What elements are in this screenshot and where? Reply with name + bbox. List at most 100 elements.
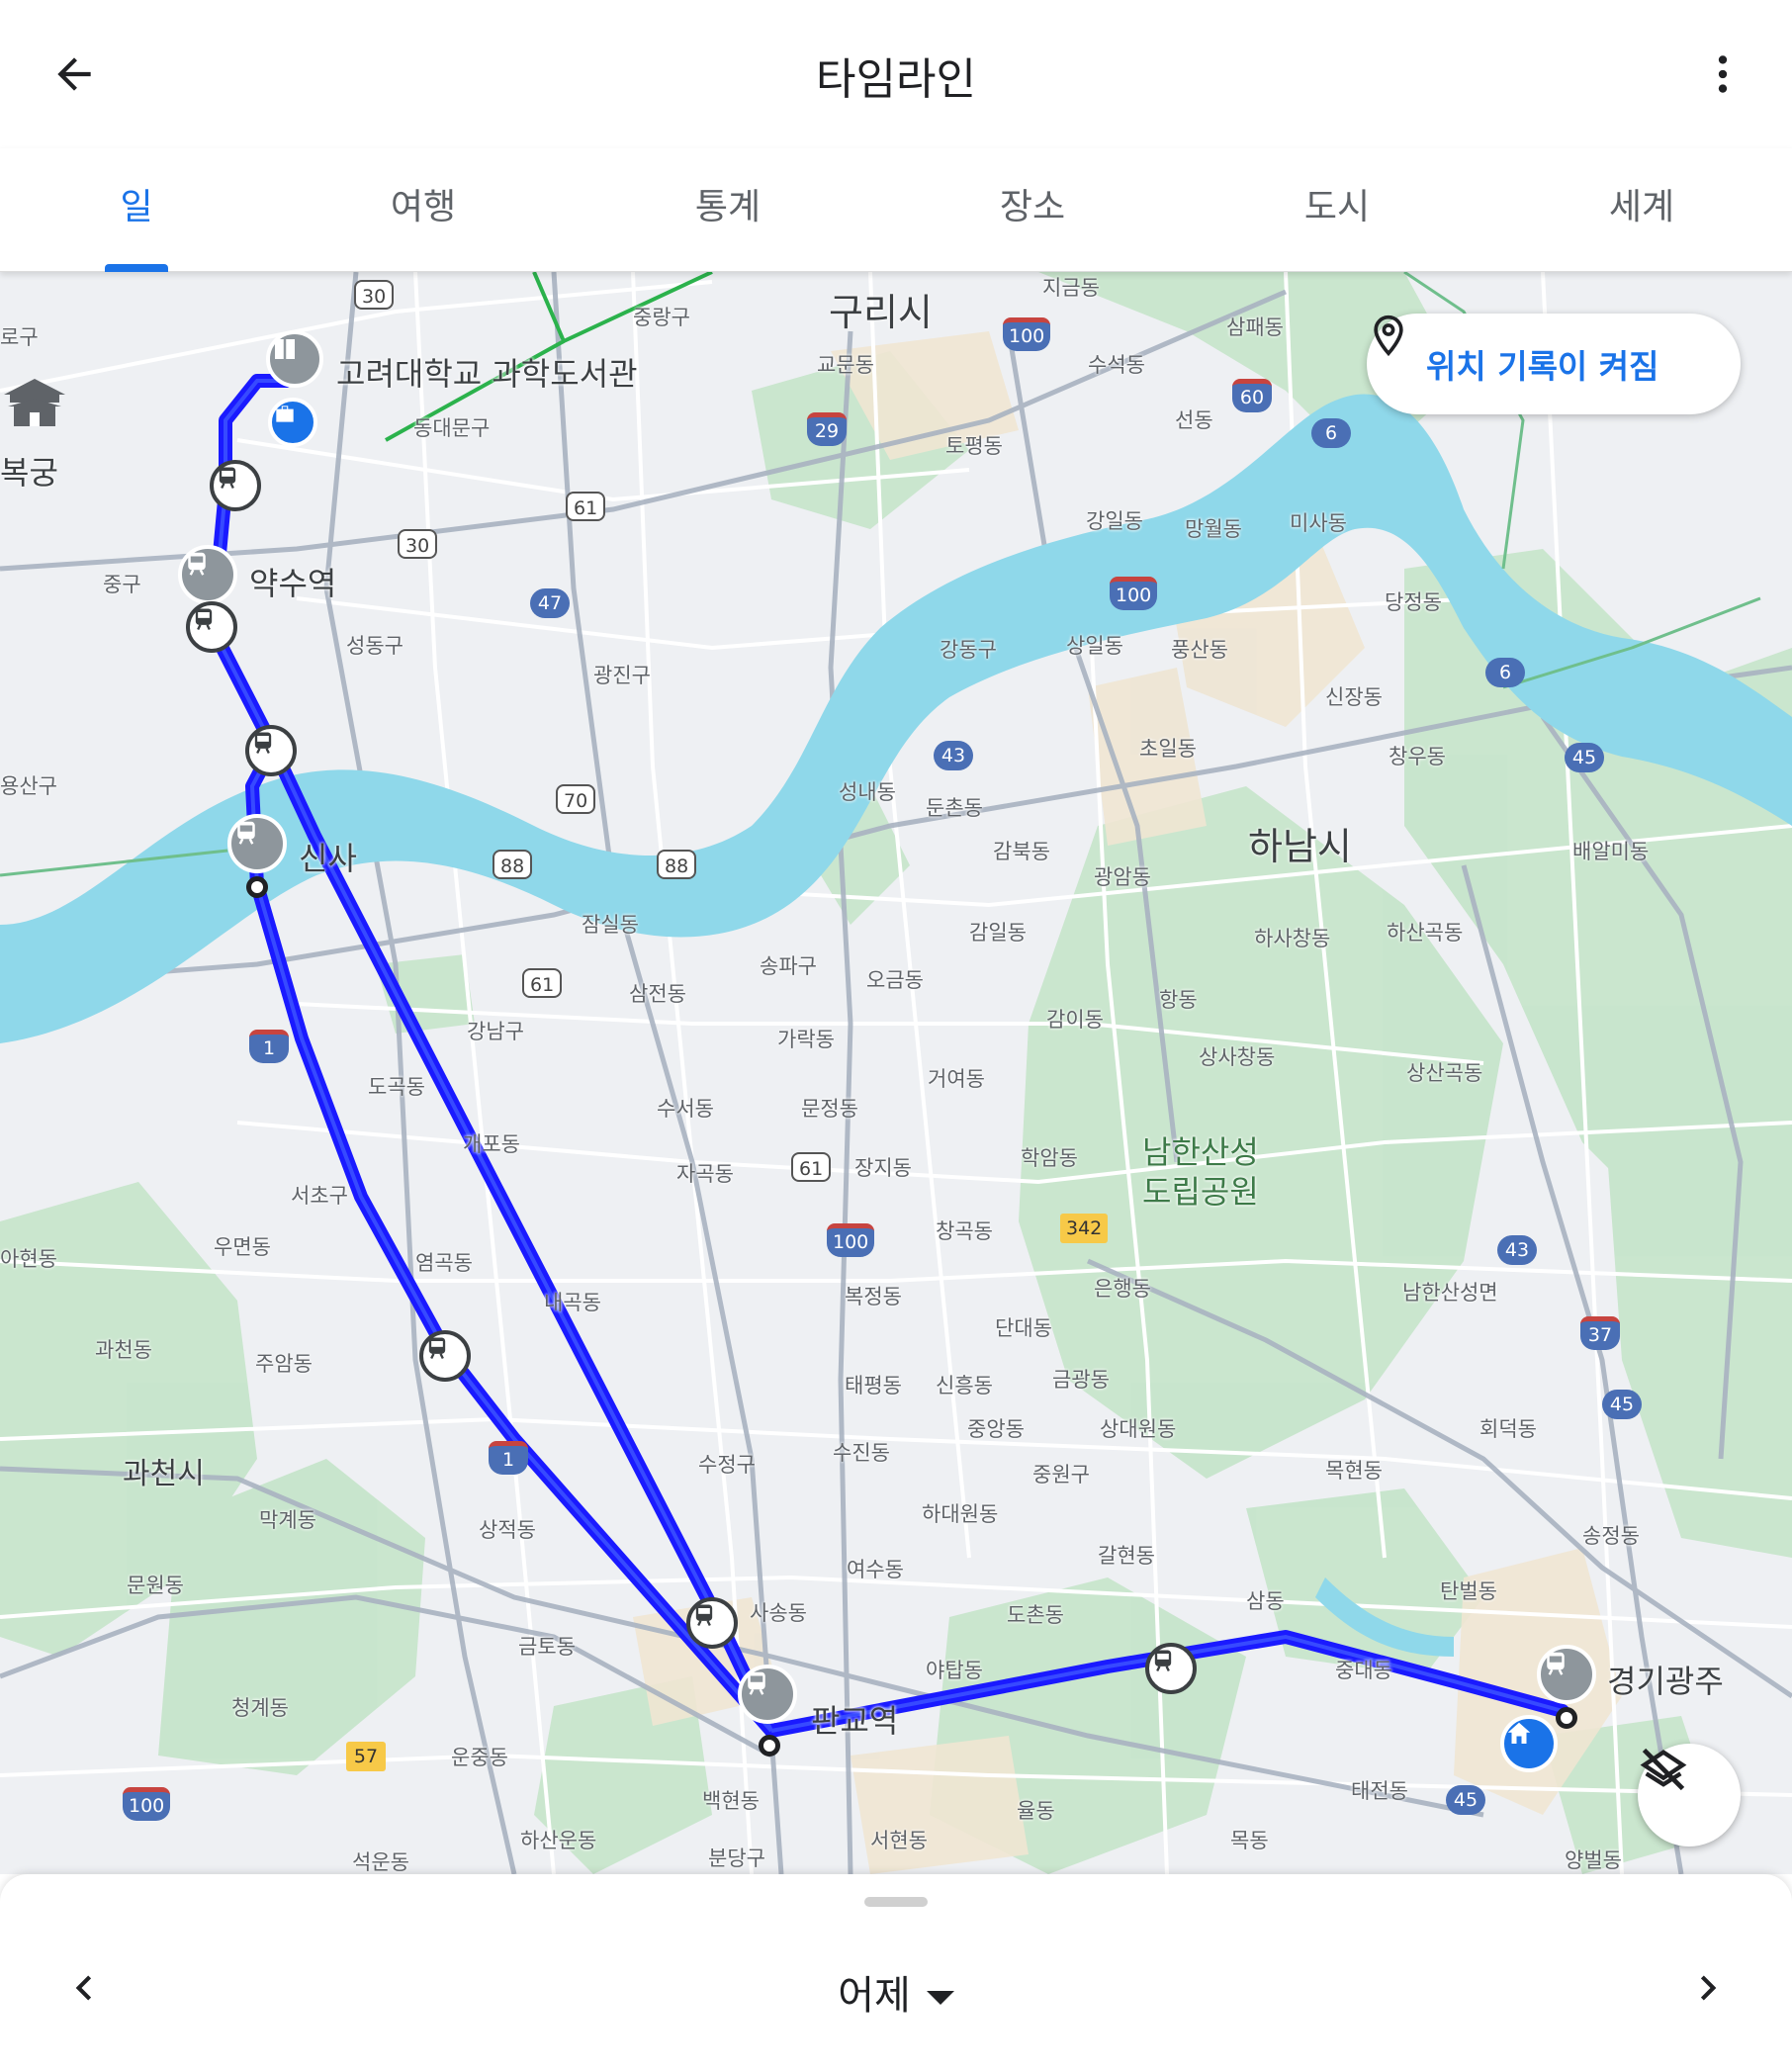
label-taejeon: 태전동 bbox=[1351, 1779, 1408, 1803]
label-dangjeong: 당정동 bbox=[1385, 590, 1442, 614]
label-cheonggye: 청계동 bbox=[231, 1696, 289, 1720]
more-vert-icon bbox=[1718, 55, 1728, 93]
page-title: 타임라인 bbox=[816, 54, 976, 105]
label-sangdaewon: 상대원동 bbox=[1100, 1417, 1177, 1441]
label-songjeong: 송정동 bbox=[1582, 1524, 1640, 1548]
road-shield-61: 61 bbox=[566, 492, 606, 521]
train-icon[interactable] bbox=[210, 460, 261, 511]
label-misa: 미사동 bbox=[1290, 511, 1347, 535]
next-day-button[interactable] bbox=[1673, 1953, 1743, 2023]
label-jungdae: 중대동 bbox=[1335, 1659, 1392, 1682]
label-yatap: 야탑동 bbox=[926, 1659, 983, 1682]
label-dongdaemun: 동대문구 bbox=[413, 416, 491, 440]
book-icon[interactable] bbox=[266, 330, 323, 388]
label-sinsa-station: 신사 bbox=[299, 840, 357, 877]
label-yuldong: 율동 bbox=[1017, 1799, 1055, 1823]
label-dochon: 도촌동 bbox=[1007, 1603, 1064, 1627]
label-galhyeon: 갈현동 bbox=[1098, 1544, 1155, 1568]
road-shield-342: 342 bbox=[1060, 1214, 1109, 1243]
label-dandae: 단대동 bbox=[995, 1316, 1052, 1340]
label-jamsil: 잠실동 bbox=[582, 913, 639, 937]
train-icon[interactable] bbox=[686, 1597, 738, 1649]
train-icon[interactable] bbox=[186, 601, 237, 653]
label-sangsangok: 상산곡동 bbox=[1406, 1061, 1483, 1085]
label-gwacheondong: 과천동 bbox=[95, 1338, 152, 1362]
road-shield-30: 30 bbox=[398, 529, 438, 559]
location-history-chip[interactable]: 위치 기록이 켜짐 bbox=[1367, 314, 1741, 414]
tab-cities[interactable]: 도시 bbox=[1238, 178, 1436, 229]
train-icon[interactable] bbox=[1145, 1643, 1197, 1694]
label-gangdong: 강동구 bbox=[940, 638, 997, 662]
label-bokjeong: 복정동 bbox=[845, 1285, 902, 1308]
dropdown-caret-icon bbox=[926, 1991, 954, 2005]
label-geoyeo: 거여동 bbox=[928, 1067, 985, 1091]
layers-button[interactable] bbox=[1638, 1744, 1741, 1847]
label-haam: 학암동 bbox=[1021, 1146, 1078, 1170]
home-icon[interactable] bbox=[1500, 1715, 1558, 1772]
tab-insights[interactable]: 통계 bbox=[629, 178, 827, 229]
visit-point[interactable] bbox=[246, 876, 268, 898]
label-seondong: 선동 bbox=[1175, 408, 1213, 432]
more-options-button[interactable] bbox=[1693, 40, 1752, 109]
tab-places[interactable]: 장소 bbox=[934, 178, 1131, 229]
road-shield-61: 61 bbox=[791, 1152, 832, 1182]
location-history-label: 위치 기록이 켜짐 bbox=[1426, 347, 1659, 386]
label-umyeon: 우면동 bbox=[214, 1235, 271, 1259]
road-shield-88: 88 bbox=[657, 850, 697, 879]
road-shield-1: 1 bbox=[489, 1441, 528, 1475]
road-shield-30: 30 bbox=[354, 280, 395, 310]
label-gyomun: 교문동 bbox=[817, 353, 874, 377]
label-unjung: 운중동 bbox=[451, 1746, 508, 1769]
drag-handle[interactable] bbox=[864, 1897, 928, 1907]
bottom-sheet: 어제 bbox=[0, 1874, 1792, 2072]
train-icon[interactable] bbox=[419, 1330, 471, 1382]
label-dunchon: 둔촌동 bbox=[926, 796, 983, 820]
label-gambuk: 감북동 bbox=[993, 840, 1050, 863]
label-dogok: 도곡동 bbox=[368, 1075, 425, 1099]
label-sangjeok: 상적동 bbox=[479, 1518, 536, 1542]
label-gamidong: 감이동 bbox=[1046, 1008, 1104, 1032]
label-mokhyeon: 목현동 bbox=[1325, 1459, 1383, 1483]
tab-bar: 일 여행 통계 장소 도시 세계 bbox=[0, 148, 1792, 272]
label-sangil: 상일동 bbox=[1066, 634, 1123, 658]
visit-point[interactable] bbox=[759, 1735, 780, 1757]
label-yangbeol: 양벌동 bbox=[1565, 1848, 1622, 1872]
road-shield-43: 43 bbox=[1497, 1235, 1537, 1265]
train-icon[interactable] bbox=[178, 545, 237, 604]
label-baekhyeon: 백현동 bbox=[702, 1789, 760, 1813]
label-yaksu-station: 약수역 bbox=[249, 565, 337, 602]
road-shield-45: 45 bbox=[1446, 1785, 1485, 1815]
location-pin-icon bbox=[1374, 315, 1403, 357]
road-shield-100: 100 bbox=[1003, 317, 1051, 351]
road-shield-60: 60 bbox=[1232, 379, 1272, 412]
label-hasachang: 하사창동 bbox=[1254, 927, 1331, 950]
map-view[interactable]: 구리시 하남시 남한산성 도립공원 과천시 고려대학교 과학도서관 약수역 신사… bbox=[0, 272, 1792, 1874]
tab-world[interactable]: 세계 bbox=[1543, 178, 1741, 229]
label-bokgung: 복궁 bbox=[0, 454, 58, 492]
road-shield-29: 29 bbox=[807, 412, 847, 446]
train-icon[interactable] bbox=[227, 814, 287, 873]
label-gyeonggi-gwangju-station: 경기광주 bbox=[1607, 1663, 1724, 1700]
label-ogeum: 오금동 bbox=[866, 968, 924, 992]
label-tanbeol: 탄벌동 bbox=[1440, 1579, 1497, 1603]
label-sujeong: 수정구 bbox=[698, 1453, 756, 1477]
briefcase-icon[interactable] bbox=[268, 398, 317, 447]
label-hadaewon: 하대원동 bbox=[922, 1502, 999, 1526]
visit-point[interactable] bbox=[1556, 1707, 1577, 1729]
road-shield-37: 37 bbox=[1580, 1316, 1620, 1350]
train-icon[interactable] bbox=[245, 725, 297, 776]
label-gangil: 강일동 bbox=[1086, 509, 1143, 533]
label-pungsan: 풍산동 bbox=[1171, 638, 1228, 662]
label-sampae: 삼패동 bbox=[1226, 315, 1284, 339]
tab-day[interactable]: 일 bbox=[38, 178, 235, 229]
road-shield-43: 43 bbox=[934, 741, 973, 770]
road-shield-45: 45 bbox=[1565, 743, 1604, 772]
tab-trips[interactable]: 여행 bbox=[324, 178, 522, 229]
map-canvas bbox=[0, 272, 1792, 1874]
train-icon[interactable] bbox=[738, 1665, 797, 1724]
road-shield-70: 70 bbox=[556, 784, 596, 814]
label-jungwon: 중원구 bbox=[1032, 1463, 1090, 1486]
label-seongnae: 성내동 bbox=[839, 780, 896, 804]
train-icon[interactable] bbox=[1537, 1645, 1596, 1704]
date-selector[interactable]: 어제 bbox=[0, 1963, 1792, 2021]
